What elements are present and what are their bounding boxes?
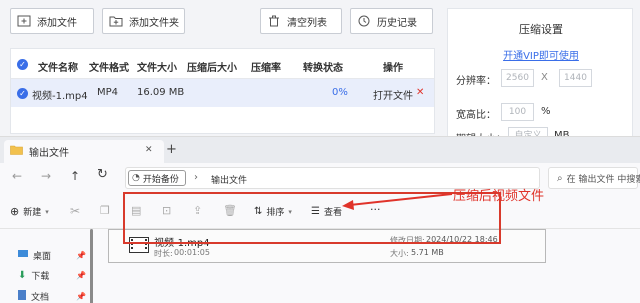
delete-row-button[interactable]: ✕ bbox=[416, 87, 424, 98]
search-box[interactable]: ⌕ 在 输出文件 中搜索 bbox=[548, 167, 640, 189]
pin-icon[interactable]: 📌 bbox=[76, 271, 86, 280]
annotation-arrow-icon bbox=[342, 193, 453, 210]
aspect-label: 宽高比： bbox=[456, 110, 496, 121]
duration-value: 00:01:05 bbox=[174, 248, 210, 257]
row-file-name: 视频-1.mp4 bbox=[32, 91, 88, 102]
vip-link[interactable]: 开通VIP即可使用 bbox=[448, 47, 634, 62]
new-label: 新建 bbox=[23, 208, 42, 218]
folder-icon bbox=[10, 145, 23, 158]
search-icon: ⌕ bbox=[557, 172, 563, 184]
up-arrow-icon[interactable]: ↑ bbox=[70, 169, 80, 183]
sidebar-item-desktop[interactable]: 桌面 bbox=[18, 249, 51, 262]
refresh-icon[interactable]: ↻ bbox=[97, 167, 108, 182]
breadcrumb-root-label: 开始备份 bbox=[142, 174, 179, 185]
add-file-button[interactable]: 添加文件 bbox=[10, 8, 94, 34]
history-button[interactable]: 历史记录 bbox=[350, 8, 433, 34]
desktop-icon bbox=[18, 250, 28, 261]
size-label: 大小: bbox=[390, 249, 409, 258]
file-add-icon bbox=[17, 15, 31, 27]
table-header: ✓ 文件名称 文件格式 文件大小 压缩后大小 压缩率 转换状态 操作 bbox=[11, 49, 434, 79]
table-row[interactable]: ✓ 视频-1.mp4 MP4 16.09 MB 0% 打开文件 ✕ bbox=[11, 79, 434, 107]
clock-icon bbox=[357, 15, 371, 27]
clear-list-label: 清空列表 bbox=[287, 17, 327, 29]
new-button[interactable]: ⊕ 新建 ▾ bbox=[10, 205, 49, 218]
sidebar-label-downloads: 下载 bbox=[31, 272, 50, 282]
sidebar-item-downloads[interactable]: ⬇ 下载 bbox=[18, 269, 49, 282]
add-file-label: 添加文件 bbox=[37, 17, 77, 29]
header-size: 文件大小 bbox=[137, 63, 177, 74]
tab-output-folder[interactable]: 输出文件 ✕ bbox=[4, 140, 164, 163]
header-actions: 操作 bbox=[383, 63, 403, 74]
resolution-width-input[interactable]: 2560 bbox=[501, 69, 534, 87]
clear-list-button[interactable]: 清空列表 bbox=[260, 8, 342, 34]
sidebar-label-desktop: 桌面 bbox=[33, 252, 52, 262]
row-checkbox[interactable]: ✓ bbox=[17, 88, 28, 99]
add-folder-label: 添加文件夹 bbox=[129, 17, 179, 29]
aspect-input[interactable]: 100 bbox=[501, 103, 534, 121]
header-compressed-size: 压缩后大小 bbox=[187, 63, 237, 74]
duration-label: 时长: bbox=[154, 249, 173, 258]
search-placeholder: 在 输出文件 中搜索 bbox=[566, 174, 640, 185]
tab-bar: 输出文件 ✕ + bbox=[0, 137, 640, 163]
row-status: 0% bbox=[332, 87, 348, 98]
settings-panel: 压缩设置 开通VIP即可使用 分辨率： 2560 X 1440 宽高比： 100… bbox=[447, 8, 633, 150]
sidebar-label-documents: 文档 bbox=[31, 293, 50, 303]
settings-title: 压缩设置 bbox=[519, 23, 563, 36]
compressor-app: 添加文件 添加文件夹 清空列表 历史记录 ✓ 文件名称 文件格式 文件大小 压缩… bbox=[0, 0, 640, 150]
file-explorer-window: 输出文件 ✕ + ← → ↑ ↻ ◔ 开始备份 › 输出文件 ⌕ 在 输出文件 … bbox=[0, 136, 640, 303]
chevron-down-icon: ▾ bbox=[45, 207, 49, 216]
resolution-height-input[interactable]: 1440 bbox=[559, 69, 592, 87]
download-icon: ⬇ bbox=[18, 270, 27, 281]
pin-icon[interactable]: 📌 bbox=[76, 292, 86, 301]
sidebar-scrollbar[interactable] bbox=[90, 229, 93, 303]
sidebar-item-documents[interactable]: 文档 bbox=[18, 290, 49, 303]
header-ratio: 压缩率 bbox=[251, 63, 281, 74]
copy-icon[interactable]: ❐ bbox=[100, 204, 110, 217]
aspect-unit: % bbox=[541, 106, 551, 117]
tab-title: 输出文件 bbox=[29, 148, 69, 159]
forward-arrow-icon[interactable]: → bbox=[41, 169, 51, 183]
annotation-label: 压缩后视频文件 bbox=[453, 189, 545, 204]
trash-icon bbox=[267, 15, 281, 27]
resolution-separator: X bbox=[541, 72, 548, 83]
history-label: 历史记录 bbox=[377, 17, 417, 29]
add-folder-button[interactable]: 添加文件夹 bbox=[102, 8, 185, 34]
open-file-link[interactable]: 打开文件 bbox=[373, 87, 413, 102]
new-tab-button[interactable]: + bbox=[166, 142, 177, 157]
plus-circle-icon: ⊕ bbox=[10, 205, 20, 218]
backup-drive-icon: ◔ bbox=[132, 173, 140, 183]
header-format: 文件格式 bbox=[89, 63, 129, 74]
cut-icon[interactable]: ✂ bbox=[70, 204, 80, 218]
breadcrumb-root[interactable]: ◔ 开始备份 bbox=[128, 170, 186, 186]
folder-add-icon bbox=[109, 15, 123, 27]
tab-close-button[interactable]: ✕ bbox=[145, 145, 153, 155]
resolution-label: 分辨率： bbox=[456, 76, 496, 87]
breadcrumb-separator: › bbox=[194, 172, 198, 183]
document-icon bbox=[18, 290, 26, 303]
file-table: ✓ 文件名称 文件格式 文件大小 压缩后大小 压缩率 转换状态 操作 ✓ 视频-… bbox=[10, 48, 435, 134]
row-file-format: MP4 bbox=[97, 87, 119, 98]
row-file-size: 16.09 MB bbox=[137, 87, 185, 98]
size-value: 5.71 MB bbox=[411, 248, 444, 257]
breadcrumb-current[interactable]: 输出文件 bbox=[211, 173, 247, 186]
back-arrow-icon[interactable]: ← bbox=[12, 169, 22, 183]
header-status: 转换状态 bbox=[303, 63, 343, 74]
header-name: 文件名称 bbox=[38, 63, 78, 74]
pin-icon[interactable]: 📌 bbox=[76, 251, 86, 260]
select-all-checkbox[interactable]: ✓ bbox=[17, 59, 28, 70]
